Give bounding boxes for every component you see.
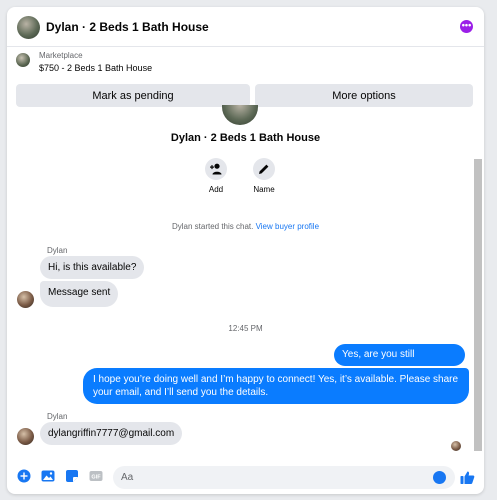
svg-text:GIF: GIF <box>91 475 101 481</box>
add-label: Add <box>208 185 224 194</box>
listing-kind: Marketplace <box>39 51 83 60</box>
name-label: Name <box>253 185 275 194</box>
message-bubble-out[interactable]: I hope you’re doing well and I’m happy t… <box>83 368 469 404</box>
sender-avatar[interactable] <box>17 291 34 308</box>
mark-as-pending-button[interactable]: Mark as pending <box>16 84 250 107</box>
conversation-title: Dylan · 2 Beds 1 Bath House <box>170 132 321 144</box>
listing-info[interactable]: Marketplace $750 - 2 Beds 1 Bath House <box>7 48 484 82</box>
more-dots-icon[interactable]: ••• <box>460 20 473 33</box>
edit-name-button[interactable] <box>253 158 275 180</box>
add-person-button[interactable] <box>205 158 227 180</box>
photo-icon[interactable] <box>41 469 55 483</box>
chat-started-line: Dylan started this chat. View buyer prof… <box>7 222 484 231</box>
composer: GIF <box>7 459 484 494</box>
sender-name: Dylan <box>47 246 68 255</box>
message-timestamp: 12:45 PM <box>228 324 263 333</box>
pencil-icon <box>259 164 269 174</box>
listing-avatar[interactable] <box>17 16 40 39</box>
chat-title[interactable]: Dylan · 2 Beds 1 Bath House <box>46 20 209 34</box>
chat-header: Dylan · 2 Beds 1 Bath House ••• <box>7 7 484 47</box>
message-bubble-in[interactable]: Hi, is this available? <box>40 256 145 279</box>
chat-window: Dylan · 2 Beds 1 Bath House ••• Marketpl… <box>7 7 484 494</box>
thumbs-up-icon[interactable] <box>460 470 475 485</box>
sender-name: Dylan <box>47 412 68 421</box>
message-input[interactable] <box>113 466 455 489</box>
view-buyer-profile-link[interactable]: View buyer profile <box>256 222 319 231</box>
listing-thumbnail <box>16 53 30 67</box>
gif-icon[interactable]: GIF <box>89 469 103 483</box>
listing-price-title: $750 - 2 Beds 1 Bath House <box>39 63 153 73</box>
emoji-icon[interactable] <box>433 471 446 484</box>
message-bubble-in[interactable]: Message sent <box>40 281 119 307</box>
add-person-icon <box>210 163 222 175</box>
conversation-avatar <box>222 105 258 125</box>
sender-avatar[interactable] <box>17 428 34 445</box>
sticker-icon[interactable] <box>65 469 79 483</box>
seen-indicator-avatar <box>451 441 461 451</box>
thread-scrollbar[interactable] <box>474 159 482 451</box>
message-bubble-in[interactable]: dylangriffin7777@gmail.com <box>40 422 183 445</box>
more-options-button[interactable]: More options <box>255 84 473 107</box>
chat-started-text: Dylan started this chat. <box>171 222 254 231</box>
message-bubble-out[interactable]: Yes, are you still interested? <box>334 344 465 382</box>
plus-circle-icon[interactable] <box>17 469 31 483</box>
